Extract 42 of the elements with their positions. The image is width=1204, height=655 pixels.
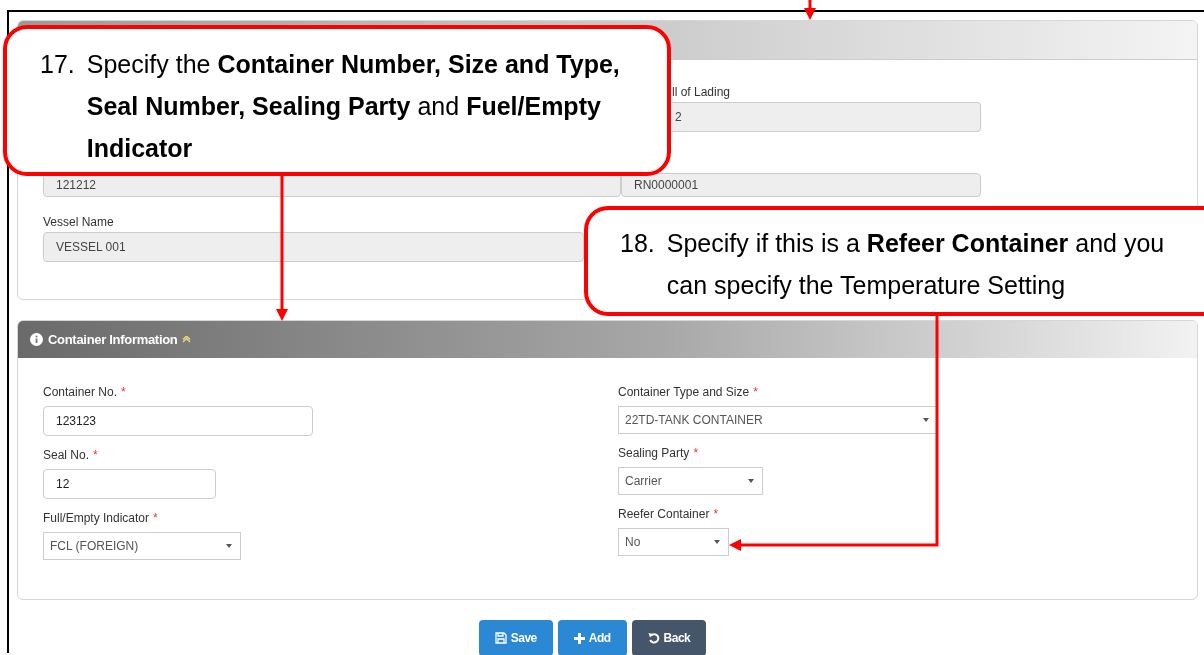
undo-icon (647, 632, 660, 644)
caret-icon (748, 479, 754, 483)
field-label: Vessel Name (43, 214, 115, 231)
step-number: 18. (620, 228, 655, 259)
caret-icon (923, 418, 929, 422)
required-mark: * (753, 384, 758, 401)
plus-icon (573, 632, 585, 644)
chevron-up-icon[interactable] (182, 335, 192, 344)
save-button[interactable]: Save (478, 620, 553, 655)
panel-header[interactable]: Container Information (18, 321, 1197, 358)
field-label: Seal No. (43, 447, 90, 464)
required-mark: * (93, 447, 98, 464)
pointer-arrow (804, 0, 816, 20)
back-button[interactable]: Back (631, 620, 707, 655)
required-mark: * (121, 384, 126, 401)
required-mark: * (153, 510, 158, 527)
dropdown[interactable]: 22TD-TANK CONTAINER (618, 406, 938, 434)
required-mark: * (713, 506, 719, 523)
callout-text: Specify the Container Number, Size and Type, Seal Number, Sealing Party and Fuel/Empty Indicator (86, 49, 621, 164)
field-label: Sealing Party (618, 445, 690, 462)
dropdown[interactable]: Carrier (618, 467, 763, 495)
save-icon (494, 632, 507, 644)
caret-icon (714, 540, 720, 544)
caret-icon (226, 544, 232, 548)
dropdown[interactable]: FCL (FOREIGN) (43, 532, 241, 560)
field-label: Reefer Container (618, 506, 710, 523)
input-field[interactable]: 123123 (43, 406, 313, 436)
input-field[interactable]: 12 (43, 469, 216, 499)
add-button[interactable]: Add (557, 620, 627, 655)
field-label: Full/Empty Indicator (43, 510, 150, 527)
field-label: Container Type and Size (618, 384, 750, 401)
panel-title: Container Information (48, 332, 178, 347)
field-label: ll of Lading (672, 84, 732, 101)
field-label: Container No. (43, 384, 118, 401)
readonly-field: 2 (672, 102, 981, 132)
info-icon (30, 333, 43, 346)
readonly-field: VESSEL 001 (43, 232, 584, 262)
callout-text: Specify if this is a Refeer Container and you can specify the Temperature Setting (666, 228, 1166, 301)
readonly-field: RN0000001 (621, 173, 981, 197)
step-number: 17. (40, 49, 75, 80)
required-mark: * (693, 445, 699, 462)
dropdown[interactable]: No (618, 528, 729, 556)
